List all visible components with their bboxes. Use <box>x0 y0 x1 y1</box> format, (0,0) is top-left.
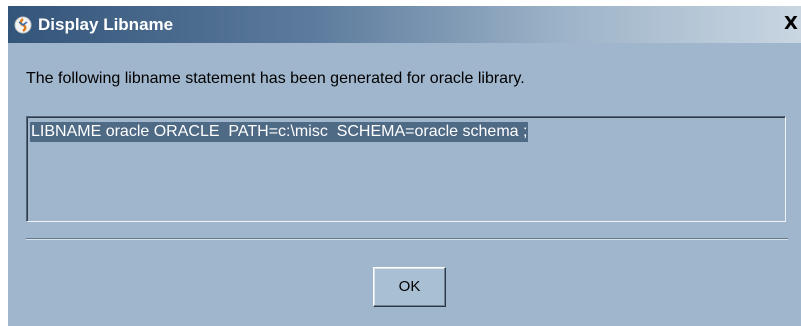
statement-text[interactable]: LIBNAME oracle ORACLE PATH=c:\misc SCHEM… <box>30 122 529 142</box>
ok-button[interactable]: OK <box>373 267 446 307</box>
message-text: The following libname statement has been… <box>26 70 525 87</box>
window-title: Display Libname <box>38 15 174 34</box>
title-bar[interactable]: Display Libname X <box>8 6 801 43</box>
statement-textarea[interactable]: LIBNAME oracle ORACLE PATH=c:\misc SCHEM… <box>26 116 786 222</box>
separator <box>26 238 788 240</box>
sas-app-icon <box>14 16 32 34</box>
close-icon[interactable]: X <box>783 15 799 33</box>
display-libname-dialog: Display Libname X The following libname … <box>8 6 801 326</box>
